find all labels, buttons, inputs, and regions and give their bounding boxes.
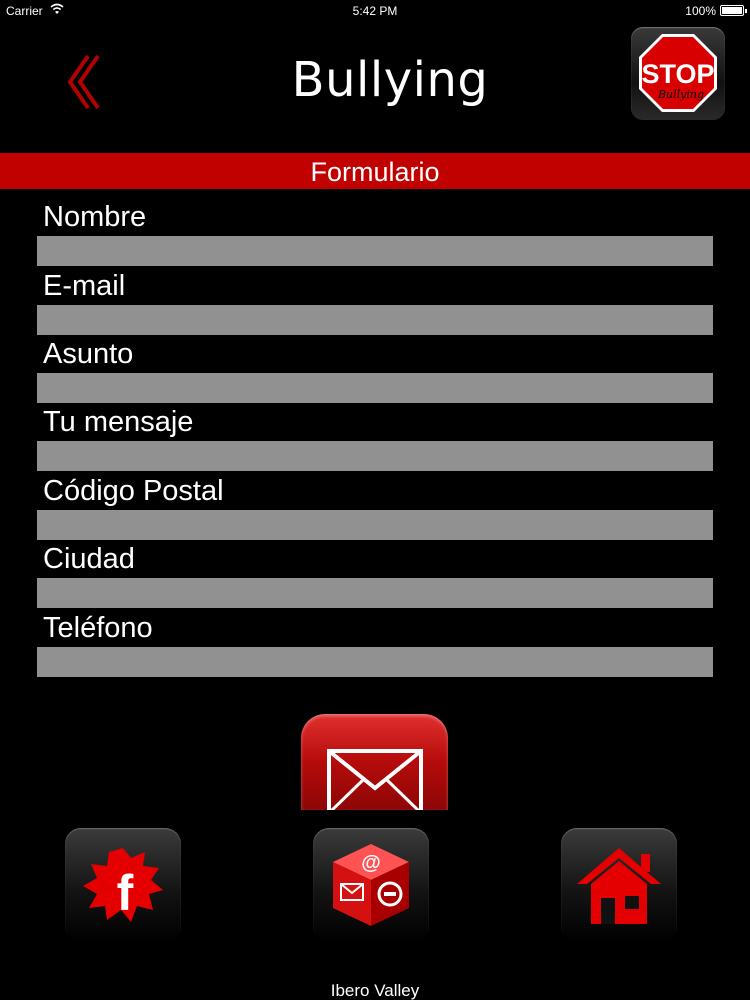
stop-bullying-button[interactable]: STOP Bullying (631, 27, 725, 120)
stop-sign-icon: STOP Bullying (639, 34, 717, 112)
footer-text: Ibero Valley (330, 981, 420, 1000)
facebook-button[interactable]: f (65, 828, 181, 942)
home-icon (577, 848, 661, 924)
battery-icon (720, 5, 747, 16)
mensaje-input[interactable] (37, 441, 713, 471)
status-time: 5:42 PM (352, 4, 398, 18)
stop-sign-subtext: Bullying (657, 88, 704, 101)
stop-sign-text: STOP (641, 59, 714, 89)
field-label-asunto: Asunto (43, 338, 134, 370)
home-button[interactable] (561, 828, 677, 942)
section-header: Formulario (0, 153, 750, 189)
contact-button[interactable]: @ (313, 828, 429, 942)
field-label-mensaje: Tu mensaje (43, 406, 194, 438)
field-label-ciudad: Ciudad (43, 543, 135, 575)
asunto-input[interactable] (37, 373, 713, 403)
status-bar: Carrier 5:42 PM 100% (0, 0, 750, 22)
nombre-input[interactable] (37, 236, 713, 266)
section-title: Formulario (310, 157, 440, 187)
field-label-nombre: Nombre (43, 201, 147, 233)
field-label-telefono: Teléfono (43, 612, 153, 644)
envelope-icon (327, 749, 423, 810)
codigo-postal-input[interactable] (37, 510, 713, 540)
facebook-letter: f (117, 865, 134, 921)
facebook-icon: f (83, 848, 163, 922)
field-label-email: E-mail (43, 270, 126, 302)
svg-text:@: @ (361, 852, 381, 874)
email-input[interactable] (37, 305, 713, 335)
field-label-codigo-postal: Código Postal (43, 475, 224, 507)
ciudad-input[interactable] (37, 578, 713, 608)
telefono-input[interactable] (37, 647, 713, 677)
battery-percentage: 100% (685, 4, 716, 18)
send-button[interactable] (301, 714, 448, 810)
contact-cube-icon: @ (333, 844, 409, 926)
